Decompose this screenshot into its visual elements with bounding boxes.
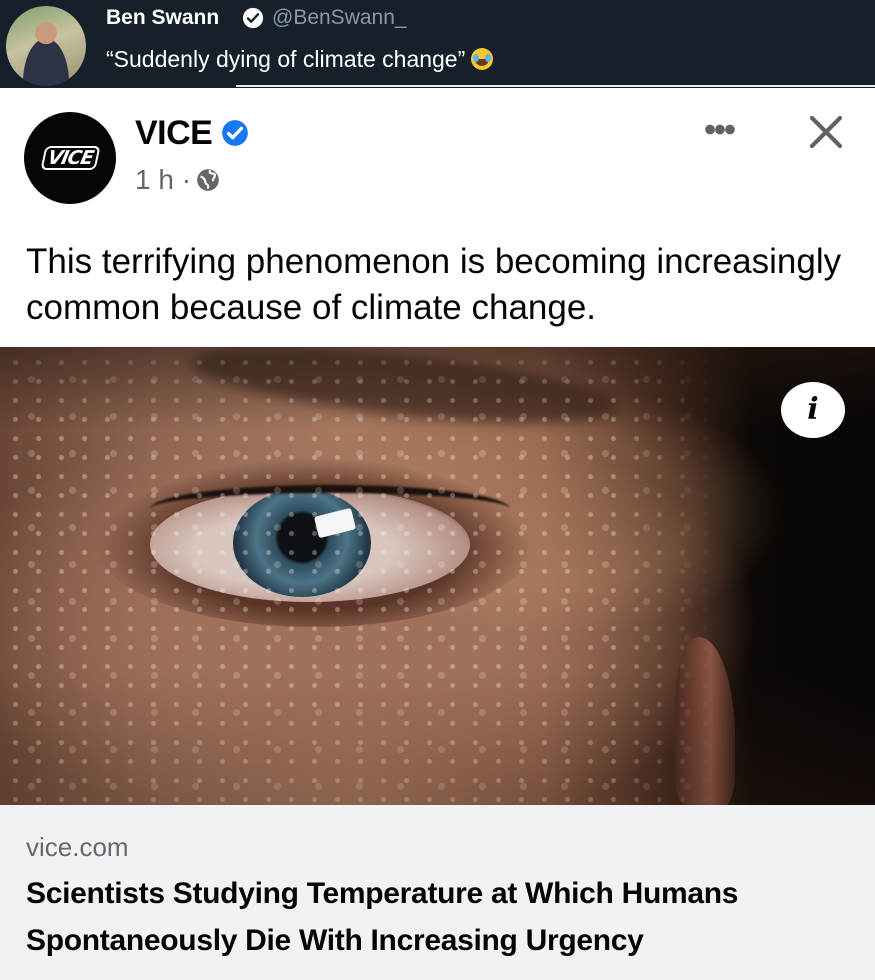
post-meta: 1 h · xyxy=(135,164,221,196)
vice-logo-avatar[interactable]: VICE xyxy=(24,112,116,204)
more-options-button[interactable]: ••• xyxy=(697,113,741,147)
face-with-tears-of-joy-icon xyxy=(471,48,494,70)
close-icon[interactable] xyxy=(807,113,845,151)
tweet-text-content: “Suddenly dying of climate change” xyxy=(106,46,466,72)
post-timestamp[interactable]: 1 h · xyxy=(135,164,191,196)
info-button[interactable]: i xyxy=(781,382,845,438)
link-domain[interactable]: vice.com xyxy=(26,832,129,863)
vice-logo-text: VICE xyxy=(40,146,100,170)
divider xyxy=(236,85,875,87)
tweet-author-handle[interactable]: @BenSwann_ xyxy=(272,6,407,30)
globe-icon xyxy=(197,169,219,191)
tweet-header: Ben Swann @BenSwann_ “Suddenly dying of … xyxy=(0,0,875,88)
post-caption: This terrifying phenomenon is becoming i… xyxy=(26,242,842,327)
verified-badge-icon xyxy=(222,120,248,146)
tweet-author-name[interactable]: Ben Swann xyxy=(106,6,219,30)
post-image[interactable] xyxy=(0,347,875,805)
image-shading xyxy=(0,347,875,805)
author-avatar[interactable] xyxy=(6,6,86,86)
post-page-name[interactable]: VICE xyxy=(135,114,213,153)
info-icon: i xyxy=(807,392,819,427)
link-title[interactable]: Scientists Studying Temperature at Which… xyxy=(26,870,856,964)
tweet-text: “Suddenly dying of climate change” xyxy=(106,46,494,73)
verified-badge-icon xyxy=(242,7,264,29)
